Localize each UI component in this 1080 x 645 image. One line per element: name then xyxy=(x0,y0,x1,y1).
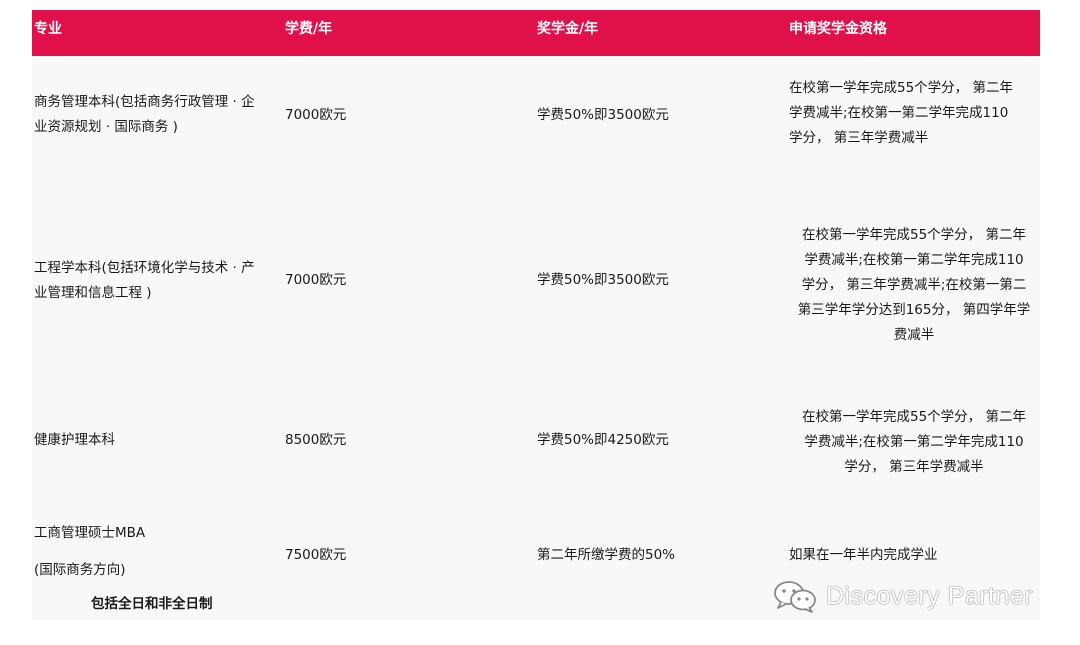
row-1-eligibility-line-1: 在校第一学年完成55个学分， 第二年 xyxy=(789,80,1013,96)
scholarship-table: 专业 学费/年 奖学金/年 申请奖学金资格 商务管理本科(包括商务行政管理 · … xyxy=(32,10,1040,620)
row-3-eligibility-line-3: 学分， 第三年学费减半 xyxy=(844,459,984,475)
row-2-eligibility-line-2: 学费减半;在校第一第二学年完成110 xyxy=(804,252,1024,268)
header-scholarship: 奖学金/年 xyxy=(537,21,599,37)
row-3-eligibility: 在校第一学年完成55个学分， 第二年 学费减半;在校第一第二学年完成110 学分… xyxy=(789,405,1039,480)
row-4-eligibility-line-1: 如果在一年半内完成学业 xyxy=(789,547,938,563)
row-1-major: 商务管理本科(包括商务行政管理 · 企 业资源规划 · 国际商务 ) xyxy=(34,90,255,140)
row-3-major-line-1: 健康护理本科 xyxy=(34,432,115,448)
row-2-eligibility: 在校第一学年完成55个学分， 第二年 学费减半;在校第一第二学年完成110 学分… xyxy=(789,223,1039,348)
table-header: 专业 学费/年 奖学金/年 申请奖学金资格 xyxy=(32,10,1040,56)
row-1-eligibility-line-3: 学分， 第三年学费减半 xyxy=(789,130,929,146)
row-2-major-line-1: 工程学本科(包括环境化学与技术 · 产 xyxy=(34,260,255,276)
row-2-eligibility-line-3: 学分， 第三年学费减半;在校第一第二 xyxy=(801,277,1027,293)
row-2-eligibility-line-1: 在校第一学年完成55个学分， 第二年 xyxy=(802,227,1026,243)
row-4-tuition: 7500欧元 xyxy=(285,547,347,563)
row-3-tuition: 8500欧元 xyxy=(285,432,347,448)
row-2-major: 工程学本科(包括环境化学与技术 · 产 业管理和信息工程 ) xyxy=(34,256,255,306)
row-1-major-line-1: 商务管理本科(包括商务行政管理 · 企 xyxy=(34,94,255,110)
watermark: Discovery Partner xyxy=(772,576,1033,616)
row-1-eligibility-line-2: 学费减半;在校第一第二学年完成110 xyxy=(789,105,1009,121)
row-3-eligibility-line-2: 学费减半;在校第一第二学年完成110 xyxy=(804,434,1024,450)
row-1-eligibility: 在校第一学年完成55个学分， 第二年 学费减半;在校第一第二学年完成110 学分… xyxy=(789,76,1013,151)
row-1-major-line-2: 业资源规划 · 国际商务 ) xyxy=(34,119,178,135)
row-3-major: 健康护理本科 xyxy=(34,428,115,453)
row-2-eligibility-line-5: 费减半 xyxy=(893,327,935,343)
row-4-major-line-1: 工商管理硕士MBA xyxy=(34,525,146,541)
row-2-scholarship: 学费50%即3500欧元 xyxy=(537,272,669,288)
watermark-text: Discovery Partner xyxy=(826,581,1034,610)
row-4-major-line-3: 包括全日和非全日制 xyxy=(91,596,213,612)
header-tuition: 学费/年 xyxy=(285,21,333,37)
row-2-major-line-2: 业管理和信息工程 ) xyxy=(34,285,152,301)
row-3-scholarship: 学费50%即4250欧元 xyxy=(537,432,669,448)
row-1-tuition: 7000欧元 xyxy=(285,107,347,123)
row-4-major-line-2: (国际商务方向) xyxy=(34,562,126,578)
row-2-eligibility-line-4: 第三学年学分达到165分， 第四学年学 xyxy=(797,302,1031,318)
row-4-scholarship: 第二年所缴学费的50% xyxy=(537,547,676,563)
wechat-icon xyxy=(774,581,816,613)
header-major: 专业 xyxy=(34,21,62,37)
page: 专业 学费/年 奖学金/年 申请奖学金资格 商务管理本科(包括商务行政管理 · … xyxy=(0,0,1080,645)
row-2-tuition: 7000欧元 xyxy=(285,272,347,288)
header-eligibility: 申请奖学金资格 xyxy=(789,21,887,37)
row-3-eligibility-line-1: 在校第一学年完成55个学分， 第二年 xyxy=(802,409,1026,425)
row-4-eligibility: 如果在一年半内完成学业 xyxy=(789,543,938,568)
row-4-major: 工商管理硕士MBA (国际商务方向) 包括全日和非全日制 xyxy=(34,515,213,619)
row-1-scholarship: 学费50%即3500欧元 xyxy=(537,107,669,123)
